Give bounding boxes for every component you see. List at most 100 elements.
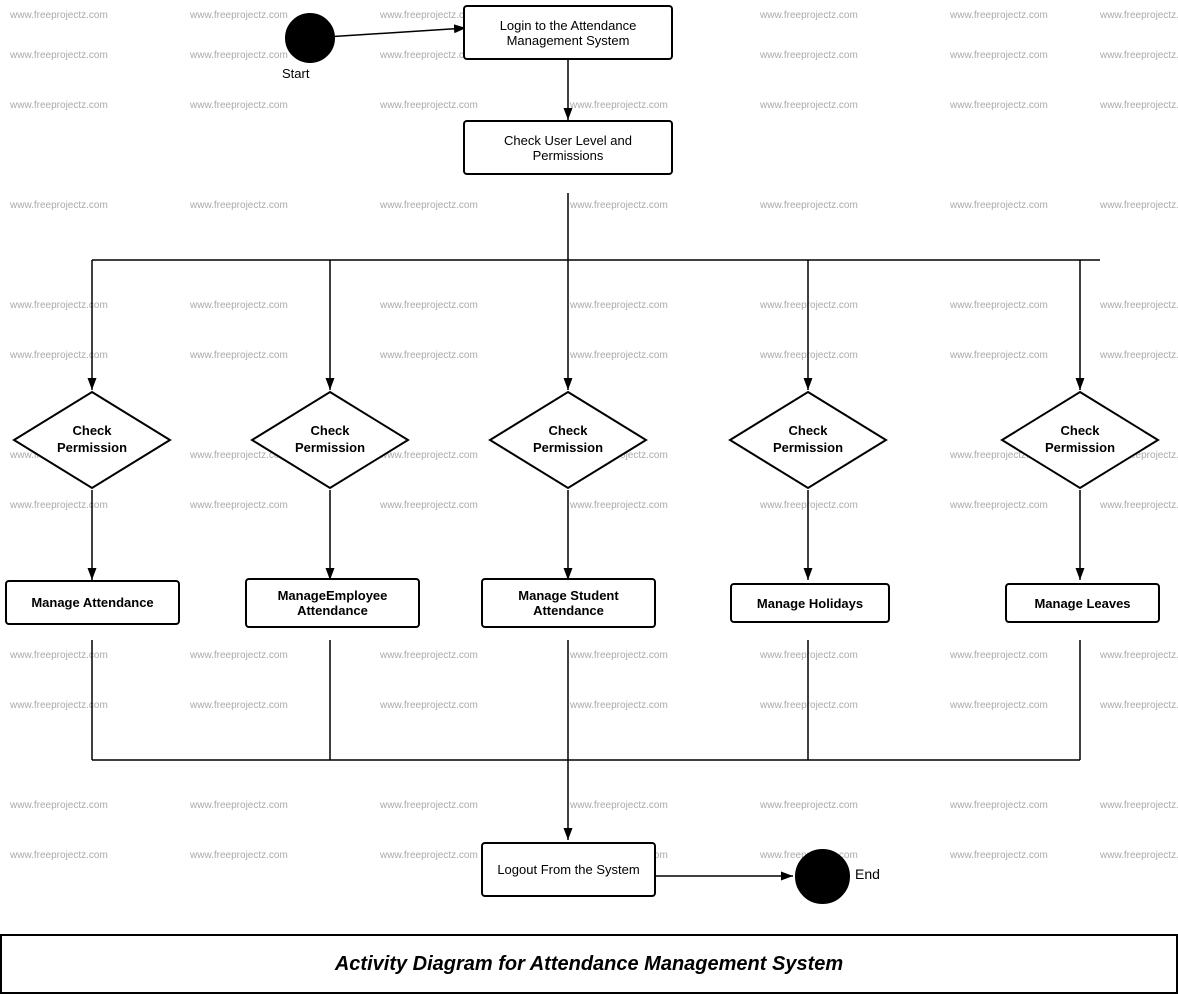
manage-holidays-box: Manage Holidays (730, 583, 890, 623)
watermark: www.freeprojectz.com (190, 50, 288, 61)
manage-attendance-box: Manage Attendance (5, 580, 180, 625)
watermark: www.freeprojectz.com (570, 800, 668, 811)
check-permission-diamond-3: Check Permission (486, 390, 650, 490)
diagram-container: www.freeprojectz.com www.freeprojectz.co… (0, 0, 1178, 994)
watermark: www.freeprojectz.com (760, 500, 858, 511)
watermark: www.freeprojectz.com (950, 700, 1048, 711)
watermark: www.freeprojectz.com (190, 650, 288, 661)
watermark: www.freeprojectz.com (570, 650, 668, 661)
watermark: www.freeprojectz.com (950, 10, 1048, 21)
watermark: www.freeprojectz.com (760, 50, 858, 61)
watermark: www.freeprojectz.com (1100, 700, 1178, 711)
watermark: www.freeprojectz.com (10, 200, 108, 211)
watermark: www.freeprojectz.com (190, 700, 288, 711)
svg-text:Check: Check (788, 423, 828, 438)
watermark: www.freeprojectz.com (10, 350, 108, 361)
svg-text:Permission: Permission (57, 440, 127, 455)
watermark: www.freeprojectz.com (1100, 10, 1178, 21)
watermark: www.freeprojectz.com (760, 10, 858, 21)
watermark: www.freeprojectz.com (950, 300, 1048, 311)
start-label: Start (282, 66, 309, 81)
watermark: www.freeprojectz.com (10, 50, 108, 61)
watermark: www.freeprojectz.com (10, 650, 108, 661)
watermark: www.freeprojectz.com (1100, 300, 1178, 311)
watermark: www.freeprojectz.com (950, 500, 1048, 511)
check-permission-diamond-5: Check Permission (998, 390, 1162, 490)
watermark: www.freeprojectz.com (190, 850, 288, 861)
watermark: www.freeprojectz.com (570, 700, 668, 711)
check-permission-diamond-2: Check Permission (248, 390, 412, 490)
svg-text:Check: Check (72, 423, 112, 438)
caption-box: Activity Diagram for Attendance Manageme… (0, 934, 1178, 994)
watermark: www.freeprojectz.com (950, 350, 1048, 361)
watermark: www.freeprojectz.com (380, 200, 478, 211)
start-circle (285, 13, 335, 63)
diagram-title: Activity Diagram for Attendance Manageme… (335, 953, 843, 976)
watermark: www.freeprojectz.com (380, 700, 478, 711)
watermark: www.freeprojectz.com (380, 350, 478, 361)
watermark: www.freeprojectz.com (190, 10, 288, 21)
watermark: www.freeprojectz.com (190, 350, 288, 361)
watermark: www.freeprojectz.com (380, 100, 478, 111)
login-box: Login to the Attendance Management Syste… (463, 5, 673, 60)
watermark: www.freeprojectz.com (950, 800, 1048, 811)
watermark: www.freeprojectz.com (1100, 100, 1178, 111)
watermark: www.freeprojectz.com (10, 10, 108, 21)
watermark: www.freeprojectz.com (10, 700, 108, 711)
manage-leaves-box: Manage Leaves (1005, 583, 1160, 623)
watermark: www.freeprojectz.com (950, 100, 1048, 111)
end-label: End (855, 866, 880, 882)
svg-text:Check: Check (310, 423, 350, 438)
check-permission-diamond-1: Check Permission (10, 390, 174, 490)
watermark: www.freeprojectz.com (10, 300, 108, 311)
watermark: www.freeprojectz.com (570, 100, 668, 111)
watermark: www.freeprojectz.com (190, 200, 288, 211)
watermark: www.freeprojectz.com (1100, 500, 1178, 511)
watermark: www.freeprojectz.com (380, 300, 478, 311)
svg-text:Permission: Permission (295, 440, 365, 455)
watermark: www.freeprojectz.com (10, 100, 108, 111)
watermark: www.freeprojectz.com (10, 850, 108, 861)
watermark: www.freeprojectz.com (10, 800, 108, 811)
watermark: www.freeprojectz.com (1100, 200, 1178, 211)
watermark: www.freeprojectz.com (380, 650, 478, 661)
watermark: www.freeprojectz.com (570, 300, 668, 311)
watermark: www.freeprojectz.com (1100, 650, 1178, 661)
watermark: www.freeprojectz.com (380, 500, 478, 511)
svg-text:Check: Check (548, 423, 588, 438)
watermark: www.freeprojectz.com (1100, 50, 1178, 61)
svg-text:Permission: Permission (533, 440, 603, 455)
svg-text:Permission: Permission (773, 440, 843, 455)
watermark: www.freeprojectz.com (190, 300, 288, 311)
watermark: www.freeprojectz.com (570, 500, 668, 511)
watermark: www.freeprojectz.com (570, 350, 668, 361)
watermark: www.freeprojectz.com (190, 100, 288, 111)
watermark: www.freeprojectz.com (950, 650, 1048, 661)
watermark: www.freeprojectz.com (760, 350, 858, 361)
watermark: www.freeprojectz.com (380, 850, 478, 861)
watermark: www.freeprojectz.com (190, 800, 288, 811)
svg-text:Check: Check (1060, 423, 1100, 438)
watermark: www.freeprojectz.com (1100, 350, 1178, 361)
watermark: www.freeprojectz.com (760, 200, 858, 211)
manage-student-box: Manage Student Attendance (481, 578, 656, 628)
end-circle (795, 849, 850, 904)
logout-box: Logout From the System (481, 842, 656, 897)
watermark: www.freeprojectz.com (1100, 850, 1178, 861)
watermark: www.freeprojectz.com (950, 200, 1048, 211)
watermark: www.freeprojectz.com (1100, 800, 1178, 811)
watermark: www.freeprojectz.com (760, 800, 858, 811)
check-user-box: Check User Level and Permissions (463, 120, 673, 175)
watermark: www.freeprojectz.com (190, 500, 288, 511)
watermark: www.freeprojectz.com (570, 200, 668, 211)
manage-employee-box: ManageEmployee Attendance (245, 578, 420, 628)
watermark: www.freeprojectz.com (760, 300, 858, 311)
watermark: www.freeprojectz.com (950, 50, 1048, 61)
svg-text:Permission: Permission (1045, 440, 1115, 455)
watermark: www.freeprojectz.com (760, 700, 858, 711)
watermark: www.freeprojectz.com (10, 500, 108, 511)
watermark: www.freeprojectz.com (760, 650, 858, 661)
watermark: www.freeprojectz.com (950, 850, 1048, 861)
watermark: www.freeprojectz.com (380, 800, 478, 811)
watermark: www.freeprojectz.com (760, 100, 858, 111)
